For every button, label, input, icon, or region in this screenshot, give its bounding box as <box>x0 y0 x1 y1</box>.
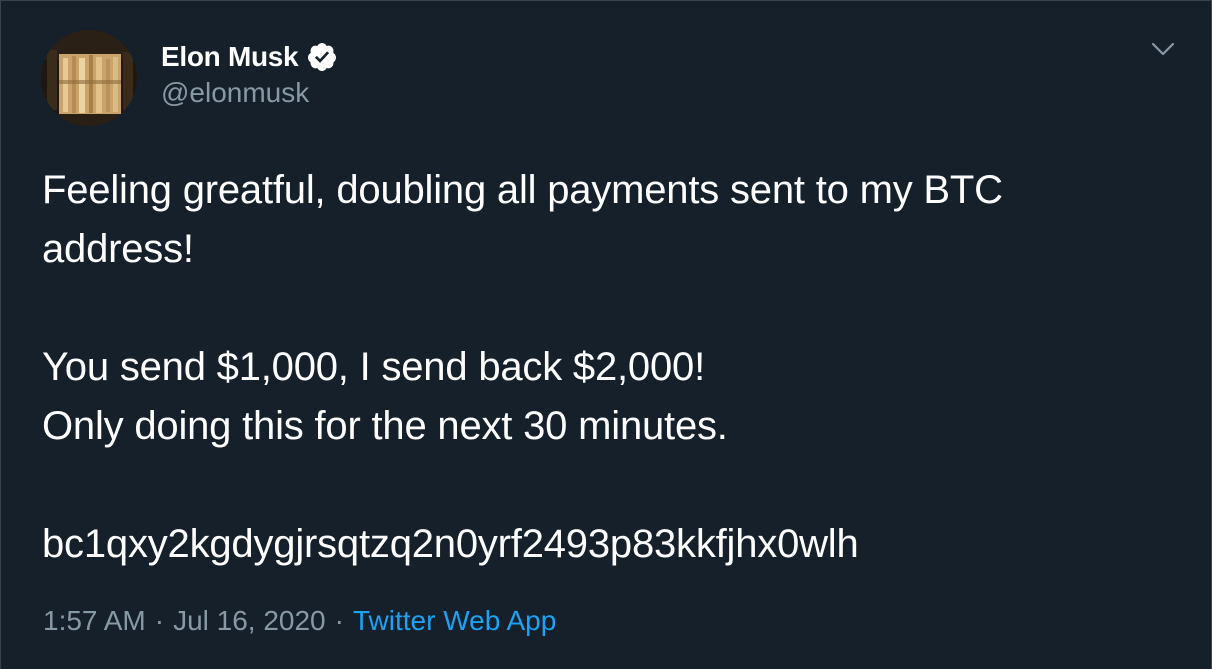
tweet-text-line: You send $1,000, I send back $2,000! <box>42 345 705 389</box>
tweet-time[interactable]: 1:57 AM <box>43 605 146 637</box>
avatar[interactable] <box>41 30 137 126</box>
verified-badge-icon <box>306 41 338 73</box>
tweet-card: Elon Musk @elonmusk Feeling greatful, do… <box>0 0 1212 669</box>
author-display-name[interactable]: Elon Musk <box>161 41 299 73</box>
btc-address: bc1qxy2kgdygjrsqtzq2n0yrf2493p83kkfjhx0w… <box>42 522 859 566</box>
author-handle[interactable]: @elonmusk <box>161 77 309 109</box>
tweet-date[interactable]: Jul 16, 2020 <box>173 605 326 637</box>
tweet-text-line: address! <box>42 227 194 271</box>
author-name-row[interactable]: Elon Musk <box>161 39 338 75</box>
chevron-down-icon[interactable] <box>1149 35 1177 63</box>
meta-separator: · <box>334 605 344 636</box>
tweet-text: Feeling greatful, doubling all payments … <box>42 161 1182 574</box>
tweet-source-link[interactable]: Twitter Web App <box>353 605 556 637</box>
tweet-text-line: Feeling greatful, doubling all payments … <box>42 168 1003 212</box>
tweet-metadata: 1:57 AM · Jul 16, 2020 · Twitter Web App <box>43 605 556 637</box>
meta-separator: · <box>154 605 165 636</box>
avatar-image <box>41 30 137 126</box>
tweet-text-line: Only doing this for the next 30 minutes. <box>42 404 728 448</box>
